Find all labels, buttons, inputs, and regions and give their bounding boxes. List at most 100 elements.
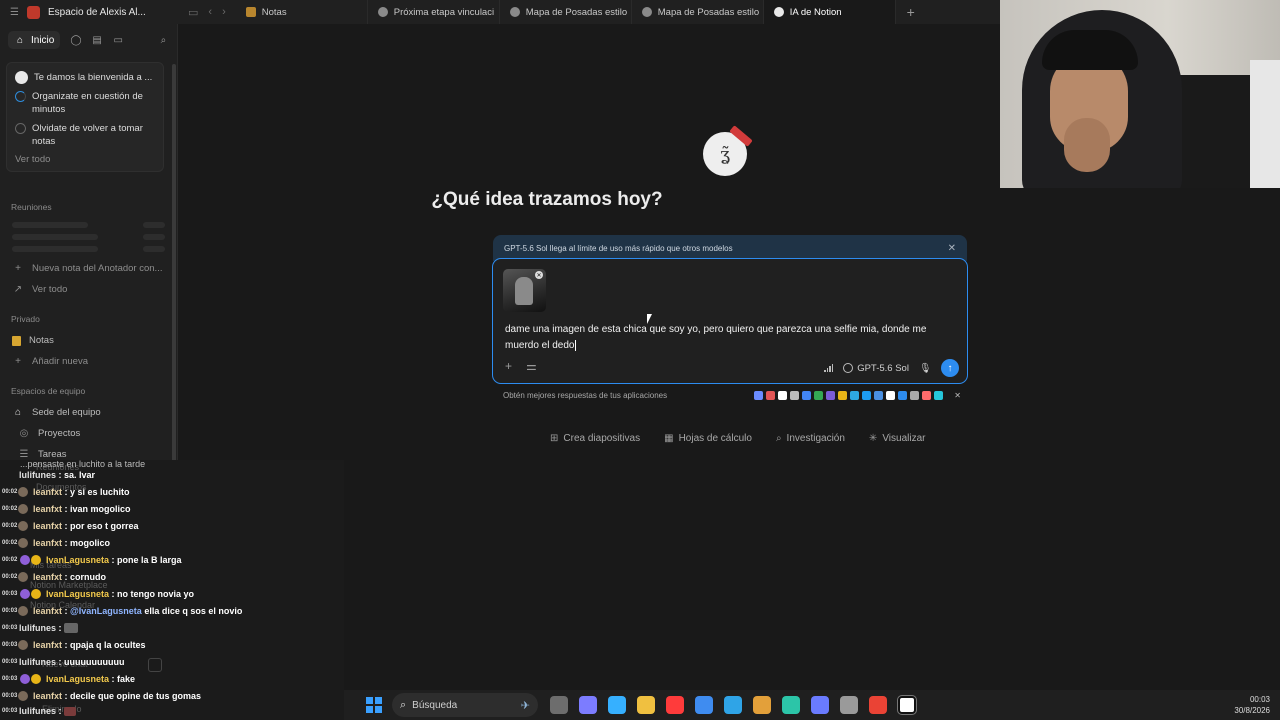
meetings-see-all[interactable]: ↗ Ver todo	[0, 279, 177, 300]
microphone-icon[interactable]: 🎙	[919, 363, 931, 374]
tab-ia-de-notion[interactable]: IA de Notion	[763, 0, 896, 24]
close-icon[interactable]: ✕	[948, 243, 956, 254]
app-icon	[922, 391, 932, 400]
tab-label: Notas	[261, 6, 287, 18]
file-explorer-icon[interactable]	[637, 696, 655, 714]
chat-username: IvanLagusneta	[46, 589, 110, 599]
chat-message: 00:03 leanfxt : qpaja q la ocultes	[2, 640, 146, 650]
chrome-icon[interactable]	[869, 696, 887, 714]
layout-icon[interactable]: ▭	[188, 6, 198, 19]
chat-username: lulifunes	[19, 470, 57, 480]
home-button[interactable]: ⌂ Inicio	[8, 31, 61, 49]
chat-message: 00:02 leanfxt : por eso t gorrea	[2, 521, 139, 531]
suggestion-chips: ⊞ Crea diapositivas ▦ Hojas de cálculo ⌕ In…	[550, 433, 925, 444]
table-icon: ▦	[664, 433, 674, 444]
edge-icon[interactable]	[724, 696, 742, 714]
section-private: Privado	[11, 314, 40, 324]
chat-text: pone la B larga	[117, 555, 182, 565]
avatar-icon	[18, 640, 28, 650]
store-icon[interactable]	[695, 696, 713, 714]
search-icon[interactable]: ⌕	[158, 34, 169, 46]
image-figure	[515, 277, 533, 305]
workspace-name[interactable]: Espacio de Alexis Al...	[48, 7, 146, 18]
model-selector[interactable]: GPT-5.6 Sol	[843, 363, 909, 374]
house-icon: ⌂	[14, 407, 22, 418]
forward-arrow-icon[interactable]: ›	[222, 6, 226, 18]
tab-notas[interactable]: Notas	[236, 0, 368, 24]
settings-sliders-icon[interactable]: ⚌	[526, 359, 537, 373]
chat-username: lulifunes	[19, 706, 57, 716]
pen-app-icon[interactable]	[579, 696, 597, 714]
empty-circle-icon	[15, 123, 26, 134]
app-icon	[850, 391, 860, 400]
sidebar-scrollbar[interactable]	[172, 64, 176, 484]
clipboard-icon[interactable]: ▤	[92, 34, 103, 46]
tab-mapa-posadas-1[interactable]: Mapa de Posadas estilo	[500, 0, 632, 24]
banner-text: GPT-5.6 Sol llega al límite de uso más r…	[504, 243, 733, 253]
onboarding-item[interactable]: Olvidate de volver a tomar notas	[15, 122, 155, 148]
folder-icon[interactable]	[753, 696, 771, 714]
grid-icon: ⊞	[550, 433, 559, 444]
opera-icon[interactable]	[666, 696, 684, 714]
sidebar-item-notas[interactable]: Notas	[0, 330, 177, 351]
system-clock[interactable]: 00:03 30/8/2026	[1234, 694, 1270, 716]
workspace-switcher[interactable]: ☰ Espacio de Alexis Al...	[0, 0, 178, 24]
suggestion-slides[interactable]: ⊞ Crea diapositivas	[550, 433, 640, 444]
sidebar-item-projects[interactable]: ◎ Proyectos	[0, 423, 177, 444]
app-icon	[790, 391, 800, 400]
home-label: Inicio	[31, 34, 55, 46]
title-bar: ☰ Espacio de Alexis Al... ▭ ‹ › Notas Pr…	[0, 0, 1000, 24]
chat-message: 00:03 lulifunes :	[0, 620, 79, 636]
remove-attachment-icon[interactable]: ✕	[535, 271, 543, 279]
chat-username: IvanLagusneta	[46, 674, 110, 684]
chat-icon[interactable]: ◯	[70, 34, 81, 46]
xbox-icon[interactable]	[782, 696, 800, 714]
notion-ai-icon	[773, 7, 784, 17]
connect-apps-bar[interactable]: Obtén mejores respuestas de tus aplicaci…	[503, 391, 961, 400]
sidebar: ⌂ Inicio ◯ ▤ ▭ ⌕ Te damos la bienvenida …	[0, 24, 178, 484]
task-view-icon[interactable]	[550, 696, 568, 714]
sidebar-add-new[interactable]: + Añadir nueva	[0, 351, 177, 372]
onboarding-see-all[interactable]: Ver todo	[15, 154, 155, 165]
composer-tools: + ⚌	[505, 359, 537, 373]
sparkle-icon: ✳	[868, 433, 878, 444]
settings-icon[interactable]	[840, 696, 858, 714]
webcam-overlay	[1000, 0, 1280, 188]
new-meeting-note[interactable]: + Nueva nota del Anotador con...	[0, 258, 177, 279]
notion-app-icon[interactable]	[897, 695, 917, 715]
avatar-icon	[18, 606, 28, 616]
suggestion-spreadsheets[interactable]: ▦ Hojas de cálculo	[664, 433, 752, 444]
inbox-icon[interactable]: ▭	[113, 34, 124, 46]
attached-image[interactable]: ✕	[503, 269, 546, 312]
onboarding-card: Te damos la bienvenida a ... Organizate …	[6, 62, 164, 172]
new-tab-button[interactable]: +	[896, 0, 926, 24]
chat-message: 00:03 lulifunes :	[0, 703, 77, 719]
discord-icon[interactable]	[811, 696, 829, 714]
suggestion-visualize[interactable]: ✳ Visualizar	[869, 433, 926, 444]
close-icon[interactable]: ✕	[954, 391, 961, 400]
windows-start-icon[interactable]	[366, 697, 382, 713]
back-arrow-icon[interactable]: ‹	[208, 6, 212, 18]
signal-bars-icon[interactable]	[824, 364, 834, 372]
clock-time: 00:03	[1249, 695, 1270, 704]
add-attachment-icon[interactable]: +	[505, 359, 512, 373]
tab-mapa-posadas-2[interactable]: Mapa de Posadas estilo	[632, 0, 764, 24]
prompt-input[interactable]: dame una imagen de esta chica que soy yo…	[505, 322, 957, 354]
search-placeholder: Búsqueda	[412, 699, 458, 711]
send-button[interactable]: ↑	[941, 359, 959, 377]
app-icon	[814, 391, 824, 400]
copilot-icon[interactable]	[608, 696, 626, 714]
webcam-wall-panel	[1250, 60, 1280, 188]
chat-username: leanfxt	[33, 572, 63, 582]
suggestion-research[interactable]: ⌕ Investigación	[776, 433, 845, 444]
section-team-spaces: Espacios de equipo	[11, 386, 86, 396]
sidebar-toggle-icon[interactable]: ☰	[10, 7, 19, 18]
tab-proxima-etapa[interactable]: Próxima etapa vinculaci	[368, 0, 500, 24]
onboarding-item[interactable]: Organizate en cuestión de minutos	[15, 90, 155, 116]
avatar-icon	[18, 521, 28, 531]
onboarding-title[interactable]: Te damos la bienvenida a ...	[15, 71, 155, 84]
sidebar-item-team-hq[interactable]: ⌂ Sede del equipo	[0, 402, 177, 423]
taskbar-search[interactable]: ⌕ Búsqueda ✈	[392, 693, 538, 717]
prompt-composer[interactable]: ✕ dame una imagen de esta chica que soy …	[492, 258, 968, 384]
composer-actions: GPT-5.6 Sol 🎙 ↑	[824, 359, 959, 377]
